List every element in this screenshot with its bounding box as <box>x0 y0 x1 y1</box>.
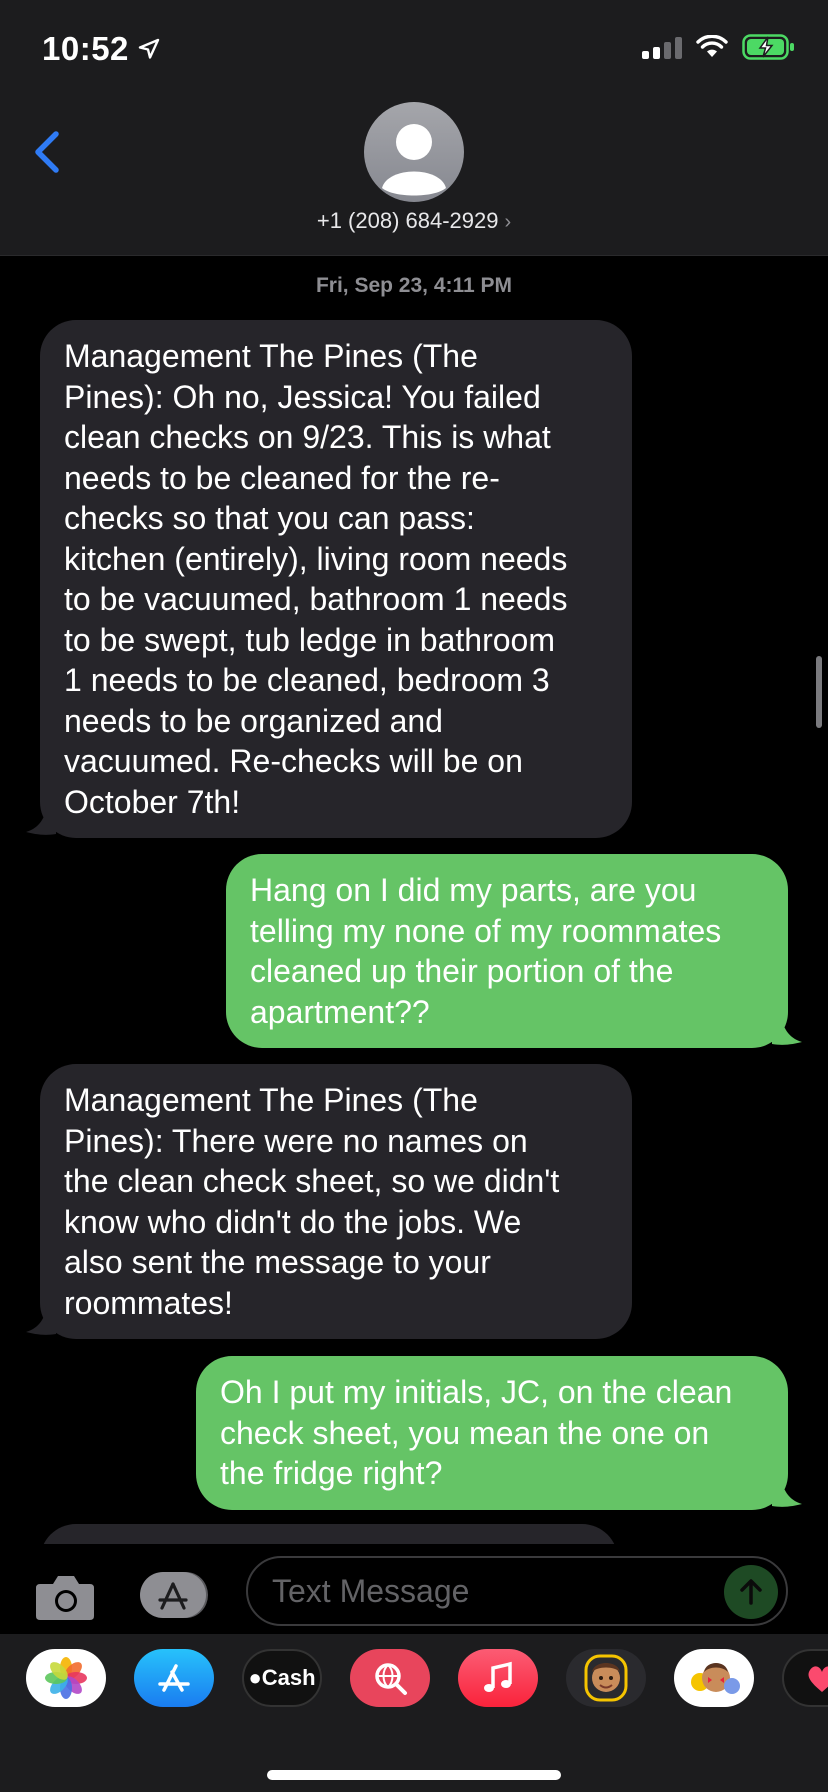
message-line: 1 needs to be cleaned, bedroom 3 <box>64 662 550 698</box>
digital-touch-button[interactable] <box>782 1649 828 1707</box>
message-line: the fridge right? <box>220 1455 443 1491</box>
message-input-placeholder: Text Message <box>272 1572 470 1609</box>
message-line: Management The Pines (The <box>64 1082 478 1118</box>
apple-cash-label: Cash <box>261 1665 316 1690</box>
message-line: to be vacuumed, bathroom 1 needs <box>64 581 568 617</box>
battery-charging-icon <box>742 34 794 60</box>
memoji-icon <box>584 1654 628 1702</box>
status-indicators <box>642 34 796 60</box>
message-line: Pines): There were no names on <box>64 1122 528 1159</box>
message-timestamp: Fri, Sep 23, 4:11 PM <box>315 274 513 297</box>
message-line: cleaned up their portion of the <box>250 953 674 989</box>
apple-cash-icon: ●Cash <box>248 1665 316 1690</box>
app-store-apps-icon[interactable] <box>138 1570 212 1620</box>
apple-cash-button[interactable]: ●Cash <box>242 1649 322 1707</box>
app-store-icon <box>158 1664 190 1692</box>
clock-label: 10:52 <box>42 30 129 67</box>
message-line: October 7th! <box>64 783 241 820</box>
music-icon <box>484 1661 512 1692</box>
message-line: know who didn't do the jobs. We <box>64 1203 522 1240</box>
message-line: kitchen (entirely), living room needs <box>64 540 568 577</box>
back-chevron-icon[interactable] <box>28 124 68 180</box>
incoming-message[interactable]: Management The Pines (The Pines): Oh no,… <box>40 320 632 838</box>
message-line: check sheet, you mean the one on <box>220 1414 710 1451</box>
animoji-stickers-icon <box>691 1663 740 1694</box>
incoming-bubble-tail <box>26 1306 56 1335</box>
message-line: to be swept, tub ledge in bathroom <box>64 621 555 658</box>
outgoing-bubble-tail <box>772 1016 802 1045</box>
outgoing-bubble-tail <box>772 1478 802 1507</box>
send-button[interactable] <box>724 1565 778 1619</box>
location-arrow-icon <box>138 38 160 59</box>
person-silhouette-icon <box>382 124 446 196</box>
message-line: the clean check sheet, so we didn't <box>64 1163 560 1199</box>
memoji-button[interactable] <box>566 1649 646 1707</box>
send-arrow-icon <box>740 1579 762 1605</box>
message-line: Pines): Oh no, Jessica! You failed <box>64 378 541 415</box>
contact-details-chevron-icon: › <box>504 211 512 233</box>
message-line: telling my none of my roommates <box>250 912 722 949</box>
conversation-header: 10:52 +1 (208) 684-2929 › <box>0 0 828 256</box>
message-line: vacuumed. Re-checks will be on <box>64 743 523 779</box>
outgoing-message[interactable]: Hang on I did my parts, are you telling … <box>226 854 788 1048</box>
animoji-stickers-button[interactable] <box>674 1649 754 1707</box>
incoming-message[interactable]: Management The Pines (The Pines): There … <box>40 1064 632 1339</box>
music-button[interactable] <box>458 1649 538 1707</box>
contact-name[interactable]: +1 (208) 684-2929 › <box>0 208 828 234</box>
message-line: Management The Pines (The <box>64 338 478 374</box>
camera-icon[interactable] <box>34 1572 96 1622</box>
incoming-bubble-tail <box>26 806 56 835</box>
message-line: Hang on I did my parts, are you <box>250 872 697 908</box>
message-line: checks so that you can pass: <box>64 500 475 536</box>
contact-avatar[interactable] <box>364 102 464 202</box>
message-line: needs to be cleaned for the re- <box>64 459 500 496</box>
home-indicator[interactable] <box>267 1770 561 1780</box>
web-images-button[interactable] <box>350 1649 430 1707</box>
message-line: Oh I put my initials, JC, on the clean <box>220 1374 733 1410</box>
message-line: apartment?? <box>250 993 430 1030</box>
message-input[interactable]: Text Message <box>246 1556 788 1626</box>
photos-icon <box>45 1657 87 1699</box>
outgoing-message[interactable]: Oh I put my initials, JC, on the clean c… <box>196 1356 788 1510</box>
scroll-indicator[interactable] <box>816 656 822 728</box>
contact-number: +1 (208) 684-2929 <box>316 208 499 233</box>
digital-touch-icon <box>808 1666 828 1692</box>
status-time: 10:52 <box>42 30 161 68</box>
cellular-signal-icon <box>642 35 682 59</box>
photos-app-button[interactable] <box>26 1649 106 1707</box>
message-line: roommates! <box>64 1284 233 1321</box>
message-line: needs to be organized and <box>64 702 443 739</box>
compose-bar: Text Message <box>0 1544 828 1634</box>
message-line: also sent the message to your <box>64 1244 491 1280</box>
imessage-app-drawer: ●Cash <box>0 1634 828 1792</box>
web-images-search-icon <box>375 1663 407 1695</box>
message-line: clean checks on 9/23. This is what <box>64 419 551 455</box>
wifi-icon <box>696 35 728 57</box>
app-store-button[interactable] <box>134 1649 214 1707</box>
